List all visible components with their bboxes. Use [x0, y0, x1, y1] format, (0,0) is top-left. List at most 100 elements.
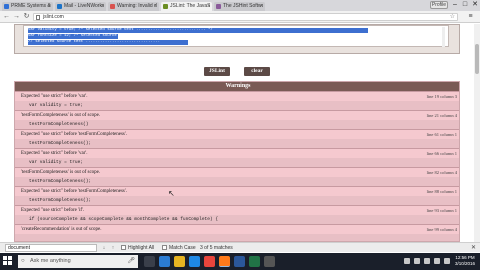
- tab-favicon-icon: [110, 4, 115, 9]
- warning-message: Expected "use strict" before 'var'.: [21, 94, 88, 99]
- clear-button[interactable]: clear: [244, 67, 270, 76]
- warnings-title: Warnings: [15, 82, 459, 91]
- close-tab-icon[interactable]: ×: [154, 3, 157, 10]
- notification-icon[interactable]: [444, 258, 450, 264]
- jslint-button[interactable]: JSLint: [204, 67, 230, 76]
- highlight-all-checkbox[interactable]: [121, 245, 126, 251]
- tab-favicon-icon: [163, 4, 168, 9]
- task-view-icon[interactable]: [144, 256, 155, 267]
- tab-label: The JSHint Software (2...: [223, 3, 263, 9]
- find-next-button[interactable]: ↓: [100, 244, 108, 252]
- warning-position: line 99 column 4: [426, 227, 457, 232]
- profile-button[interactable]: Profile: [430, 1, 448, 9]
- tab-favicon-icon: [216, 4, 221, 9]
- firefox-icon[interactable]: [219, 256, 230, 267]
- source-line: var validity = true; /* selected source …: [28, 28, 368, 33]
- warning-code: var validity = true;: [29, 103, 84, 108]
- find-previous-button[interactable]: ↑: [109, 244, 117, 252]
- browser-tab[interactable]: PRME Systems & Resources×: [2, 2, 53, 11]
- browser-tab[interactable]: The JSHint Software (2...×: [214, 2, 265, 11]
- microphone-icon[interactable]: 🎤︎: [127, 257, 135, 266]
- menu-icon[interactable]: ≡: [466, 12, 475, 22]
- page-scrollbar[interactable]: [474, 24, 480, 242]
- warning-row: Expected "use strict" before 'testFormCo…: [15, 186, 459, 204]
- keyboard-icon[interactable]: [434, 258, 440, 264]
- back-icon[interactable]: ←: [2, 12, 11, 22]
- warning-row: 'testFormCompleteness' is out of scope. l…: [15, 167, 459, 185]
- taskbar-search-placeholder: Ask me anything: [30, 258, 71, 264]
- source-line: var fontSize = 12; /* selected source te…: [28, 34, 118, 39]
- taskbar-clock[interactable]: 12:56 PM 3/10/2016: [453, 255, 477, 267]
- tray-up-arrow-icon[interactable]: [404, 258, 410, 264]
- match-case-checkbox[interactable]: [162, 245, 167, 251]
- bookmark-star-icon[interactable]: ☆: [450, 14, 455, 21]
- warning-position: line 19 column 3: [426, 94, 457, 99]
- maximize-icon[interactable]: □: [460, 0, 470, 10]
- page-scroll-thumb[interactable]: [475, 44, 479, 74]
- windows-start-icon[interactable]: [3, 256, 13, 266]
- close-tab-icon[interactable]: ×: [101, 3, 104, 10]
- find-match-count: 3 of 5 matches: [200, 245, 233, 251]
- browser-tab[interactable]: Mail - LiveNWorks Jobs×: [55, 2, 106, 11]
- browser-tab-strip: PRME Systems & Resources×Mail - LiveNWor…: [0, 0, 480, 11]
- minimize-icon[interactable]: –: [450, 0, 460, 10]
- warning-position: line 61 column 1: [426, 132, 457, 137]
- warning-row: Expected "use strict" before 'var'. line …: [15, 148, 459, 166]
- warning-code: testFormCompleteness(): [29, 122, 89, 127]
- edge-icon[interactable]: [159, 256, 170, 267]
- close-window-icon[interactable]: ✕: [470, 0, 480, 10]
- match-case-toggle[interactable]: Match Case: [162, 244, 196, 252]
- source-line: // selected source text ................…: [28, 40, 188, 45]
- warning-code: testFormCompleteness();: [29, 141, 92, 146]
- warning-message: Expected "use strict" before 'if'.: [21, 208, 85, 213]
- network-icon[interactable]: [414, 258, 420, 264]
- tab-favicon-icon: [57, 4, 62, 9]
- excel-icon[interactable]: [249, 256, 260, 267]
- warning-row: Expected "use strict" before 'var'. line …: [15, 91, 459, 109]
- find-input[interactable]: document: [5, 244, 97, 252]
- warning-message: 'testFormCompleteness' is out of scope.: [21, 170, 101, 175]
- address-url: jslint.com: [43, 14, 64, 20]
- tab-label: Mail - LiveNWorks Jobs: [64, 3, 104, 9]
- close-tab-icon[interactable]: ×: [207, 3, 210, 10]
- warning-position: line 66 column 1: [426, 151, 457, 156]
- address-bar[interactable]: jslint.com ☆: [33, 13, 458, 21]
- word-icon[interactable]: [234, 256, 245, 267]
- warning-code: var validity = true;: [29, 160, 84, 165]
- file-explorer-icon[interactable]: [174, 256, 185, 267]
- warning-code: testFormCompleteness();: [29, 198, 92, 203]
- warning-message: Expected "use strict" before 'var'.: [21, 151, 88, 156]
- warning-row: 'testFormCompleteness' is out of scope. l…: [15, 110, 459, 128]
- source-panel: var validity = true; /* selected source …: [14, 24, 460, 54]
- warning-row: 'createRecommendation' is out of scope. l…: [15, 224, 459, 241]
- source-textarea[interactable]: var validity = true; /* selected source …: [23, 25, 449, 47]
- store-icon[interactable]: [189, 256, 200, 267]
- mouse-cursor-icon: ↖: [168, 189, 175, 198]
- terminal-icon[interactable]: [264, 256, 275, 267]
- close-find-icon[interactable]: ✕: [471, 244, 476, 252]
- browser-tab[interactable]: JSLint: The JavaScript Code...×: [161, 2, 212, 11]
- forward-icon[interactable]: →: [12, 12, 21, 22]
- warning-message: Expected "use strict" before 'testFormCo…: [21, 189, 127, 194]
- highlight-all-toggle[interactable]: Highlight All: [121, 244, 154, 252]
- tab-label: PRME Systems & Resources: [11, 3, 51, 9]
- find-bar: document ↓ ↑ Highlight All Match Case 3 …: [0, 242, 480, 252]
- warning-position: line 21 column 4: [426, 113, 457, 118]
- tab-label: JSLint: The JavaScript Code...: [170, 3, 210, 9]
- source-scrollbar[interactable]: [442, 27, 445, 47]
- warning-position: line 93 column 1: [426, 208, 457, 213]
- tab-favicon-icon: [4, 4, 9, 9]
- reload-icon[interactable]: ↻: [22, 12, 31, 22]
- warnings-panel: Warnings Expected "use strict" before 'v…: [14, 81, 460, 242]
- close-tab-icon[interactable]: ×: [48, 3, 51, 10]
- browser-tab[interactable]: Warning: Invalid date-time...×: [108, 2, 159, 11]
- taskbar-search-box[interactable]: ○ Ask me anything 🎤︎: [18, 255, 138, 268]
- tab-label: Warning: Invalid date-time...: [117, 3, 157, 9]
- chrome-icon[interactable]: [204, 256, 215, 267]
- warning-row: Expected "use strict" before 'testFormCo…: [15, 129, 459, 147]
- page-info-icon[interactable]: [36, 15, 40, 20]
- volume-icon[interactable]: [424, 258, 430, 264]
- close-tab-icon[interactable]: ×: [260, 3, 263, 10]
- page-viewport: var validity = true; /* selected source …: [0, 24, 474, 242]
- clock-date: 3/10/2016: [454, 261, 476, 266]
